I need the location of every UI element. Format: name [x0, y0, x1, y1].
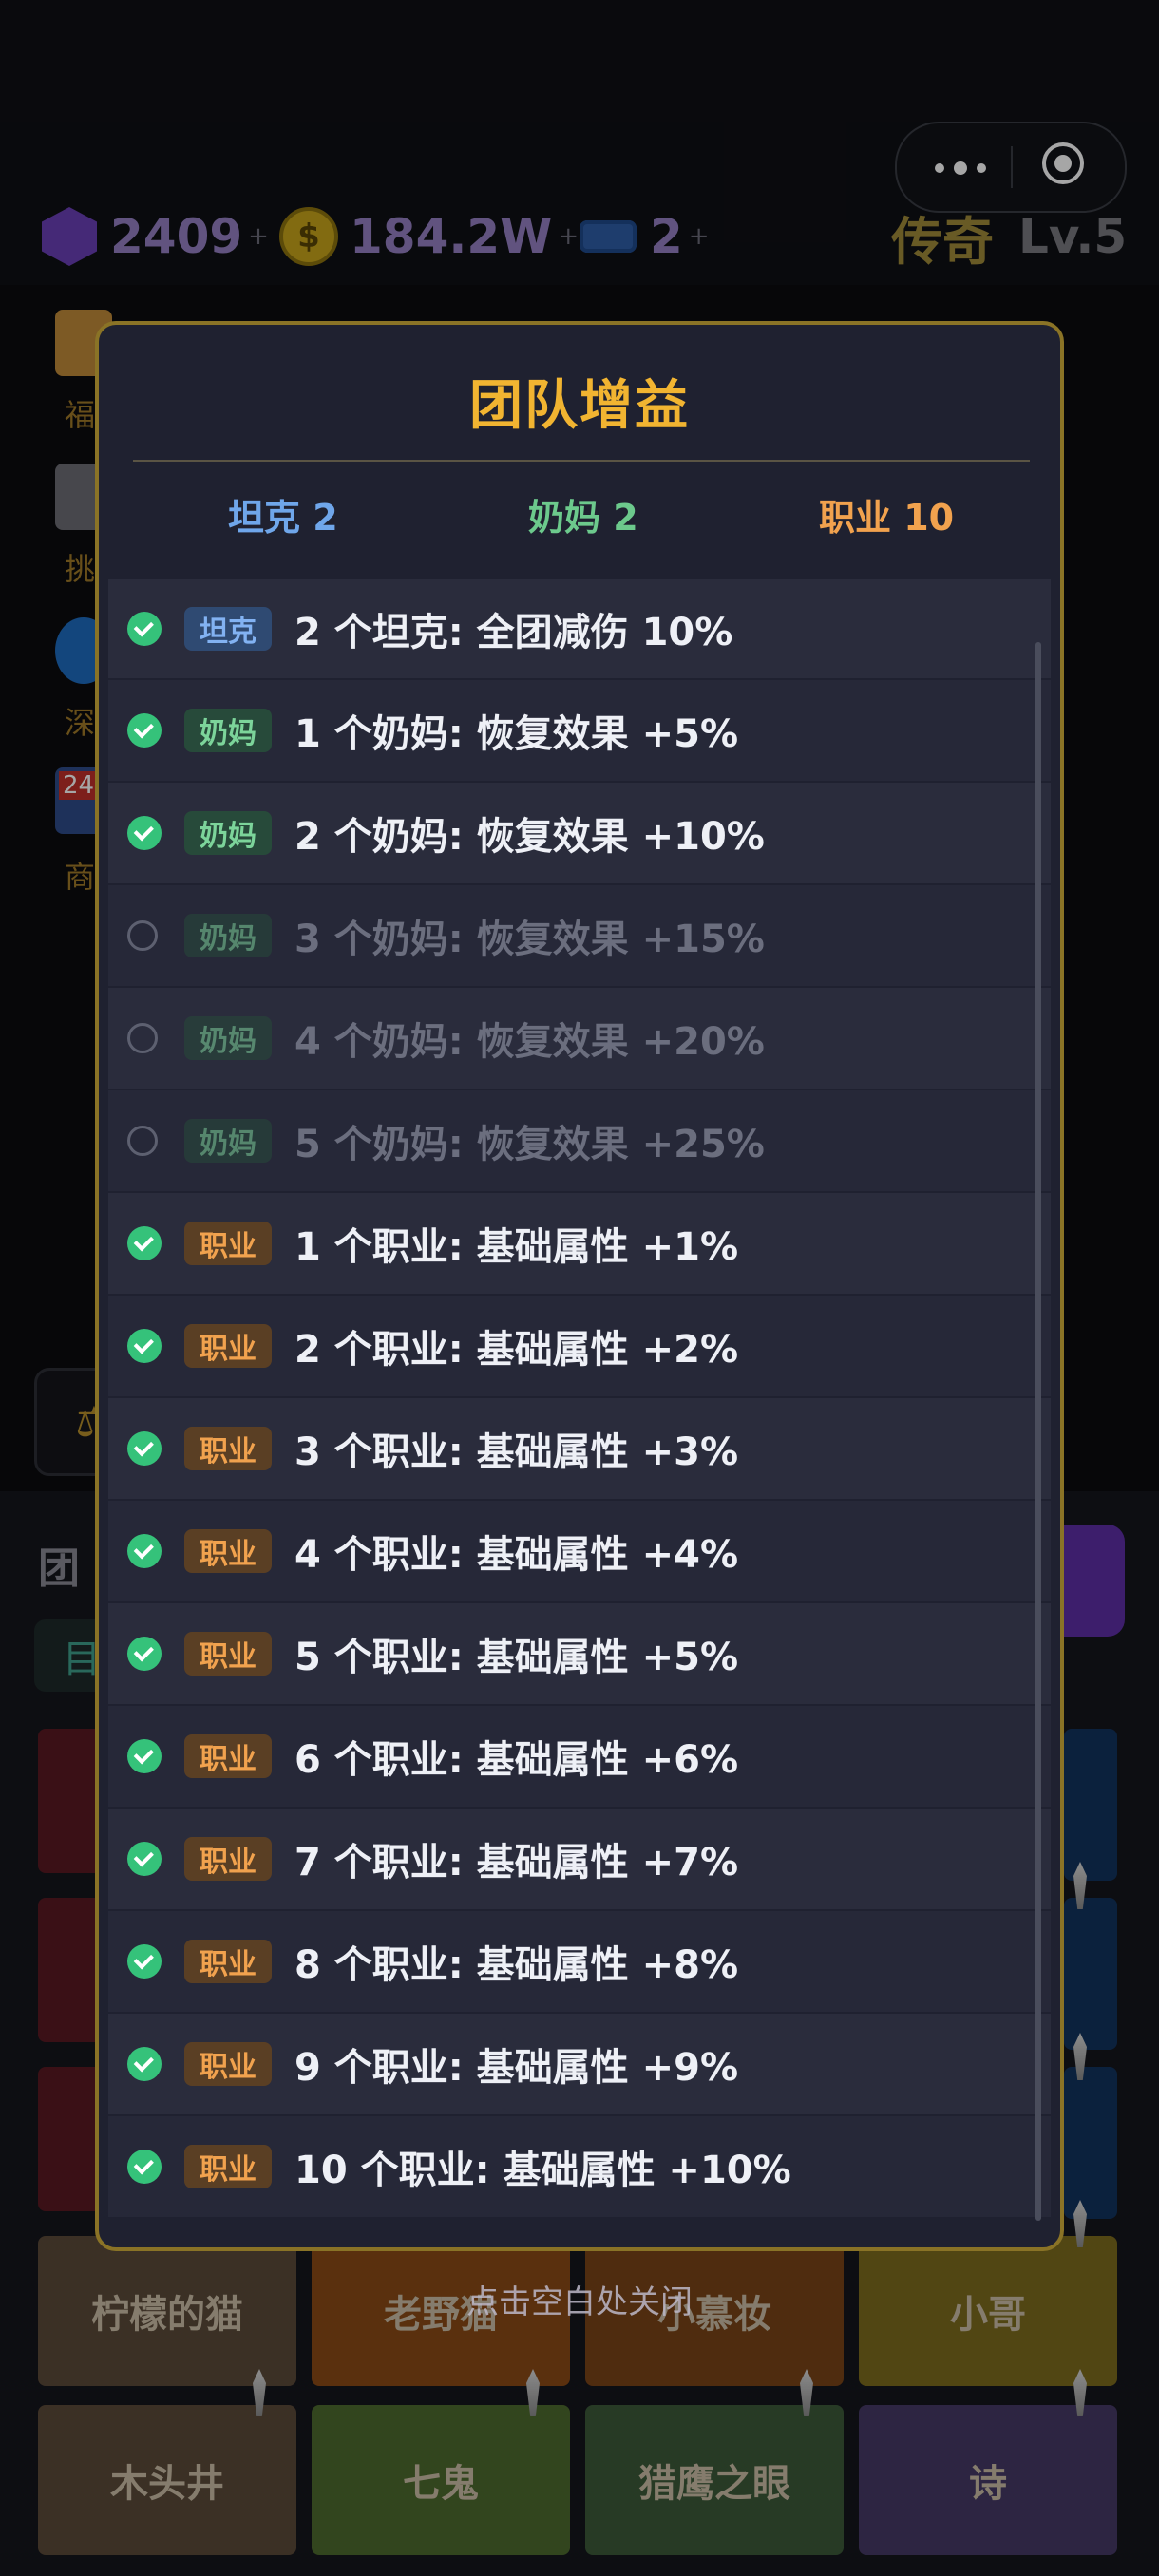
buff-text: 3 个奶妈: 恢复效果 +15% [294, 918, 765, 961]
buff-row: 职业 2 个职业: 基础属性 +2% [108, 1296, 1051, 1396]
role-tag: 职业 [184, 1324, 272, 1368]
buff-row: 坦克 2 个坦克: 全团减伤 10% [108, 579, 1051, 678]
buff-text: 5 个职业: 基础属性 +5% [294, 1636, 739, 1679]
buff-text: 1 个奶妈: 恢复效果 +5% [294, 712, 739, 756]
role-tag: 坦克 [184, 607, 272, 651]
check-circle-icon [127, 1842, 162, 1876]
check-circle-icon [127, 1637, 162, 1671]
healer-count-summary: 奶妈 2 [528, 497, 638, 539]
check-circle-icon [127, 612, 162, 646]
role-tag: 奶妈 [184, 914, 272, 957]
check-circle-icon [127, 713, 162, 748]
buff-row: 奶妈 1 个奶妈: 恢复效果 +5% [108, 680, 1051, 781]
tank-count-summary: 坦克 2 [228, 497, 338, 539]
role-tag: 职业 [184, 2042, 272, 2086]
check-circle-icon [127, 1944, 162, 1979]
team-buff-modal: 团队增益 坦克 2 奶妈 2 职业 10 坦克 2 个坦克: 全团减伤 10% 奶妈… [95, 321, 1064, 2251]
role-tag: 奶妈 [184, 1119, 272, 1163]
buff-text: 7 个职业: 基础属性 +7% [294, 1841, 739, 1885]
empty-circle-icon [127, 1023, 158, 1053]
role-tag: 奶妈 [184, 811, 272, 855]
buff-row: 职业 9 个职业: 基础属性 +9% [108, 2014, 1051, 2114]
check-circle-icon [127, 1739, 162, 1773]
role-tag: 职业 [184, 1427, 272, 1470]
buff-text: 1 个职业: 基础属性 +1% [294, 1225, 739, 1269]
buff-row: 职业 8 个职业: 基础属性 +8% [108, 1911, 1051, 2012]
buff-text: 6 个职业: 基础属性 +6% [294, 1738, 739, 1782]
modal-title: 团队增益 [469, 375, 690, 437]
empty-circle-icon [127, 920, 158, 951]
check-circle-icon [127, 2047, 162, 2081]
empty-circle-icon [127, 1126, 158, 1156]
buff-text: 4 个奶妈: 恢复效果 +20% [294, 1020, 765, 1064]
buff-row: 职业 10 个职业: 基础属性 +10% [108, 2116, 1051, 2217]
buff-row: 职业 1 个职业: 基础属性 +1% [108, 1193, 1051, 1294]
role-tag: 职业 [184, 1734, 272, 1778]
buff-text: 9 个职业: 基础属性 +9% [294, 2046, 739, 2090]
check-circle-icon [127, 816, 162, 850]
buff-text: 4 个职业: 基础属性 +4% [294, 1533, 739, 1577]
role-tag: 职业 [184, 1222, 272, 1265]
buff-row: 职业 3 个职业: 基础属性 +3% [108, 1398, 1051, 1499]
buff-row: 奶妈 4 个奶妈: 恢复效果 +20% [108, 988, 1051, 1089]
role-tag: 职业 [184, 1837, 272, 1881]
buff-list[interactable]: 坦克 2 个坦克: 全团减伤 10% 奶妈 1 个奶妈: 恢复效果 +5% 奶妈 2 个奶… [108, 579, 1051, 2234]
buff-row: 职业 7 个职业: 基础属性 +7% [108, 1809, 1051, 1909]
check-circle-icon [127, 1431, 162, 1466]
check-circle-icon [127, 1226, 162, 1260]
job-count-summary: 职业 10 [819, 497, 955, 539]
check-circle-icon [127, 2150, 162, 2184]
buff-text: 10 个职业: 基础属性 +10% [294, 2149, 791, 2192]
buff-row: 职业 5 个职业: 基础属性 +5% [108, 1603, 1051, 1704]
list-scrollbar[interactable] [1036, 642, 1041, 2221]
role-tag: 职业 [184, 1632, 272, 1676]
buff-text: 2 个奶妈: 恢复效果 +10% [294, 815, 765, 859]
buff-text: 8 个职业: 基础属性 +8% [294, 1943, 739, 1987]
check-circle-icon [127, 1329, 162, 1363]
close-hint-text[interactable]: 点击空白处关闭 [0, 2276, 1159, 2322]
role-tag: 奶妈 [184, 709, 272, 752]
buff-text: 3 个职业: 基础属性 +3% [294, 1430, 739, 1474]
role-tag: 职业 [184, 2145, 272, 2188]
role-tag: 奶妈 [184, 1016, 272, 1060]
buff-text: 5 个奶妈: 恢复效果 +25% [294, 1123, 765, 1166]
check-circle-icon [127, 1534, 162, 1568]
role-tag: 职业 [184, 1940, 272, 1983]
buff-row: 奶妈 5 个奶妈: 恢复效果 +25% [108, 1090, 1051, 1191]
buff-row: 职业 4 个职业: 基础属性 +4% [108, 1501, 1051, 1601]
buff-row: 职业 6 个职业: 基础属性 +6% [108, 1706, 1051, 1807]
title-divider [133, 460, 1030, 462]
buff-row: 奶妈 2 个奶妈: 恢复效果 +10% [108, 783, 1051, 883]
buff-text: 2 个坦克: 全团减伤 10% [294, 611, 733, 654]
role-tag: 职业 [184, 1529, 272, 1573]
buff-row: 奶妈 3 个奶妈: 恢复效果 +15% [108, 885, 1051, 986]
buff-text: 2 个职业: 基础属性 +2% [294, 1328, 739, 1372]
